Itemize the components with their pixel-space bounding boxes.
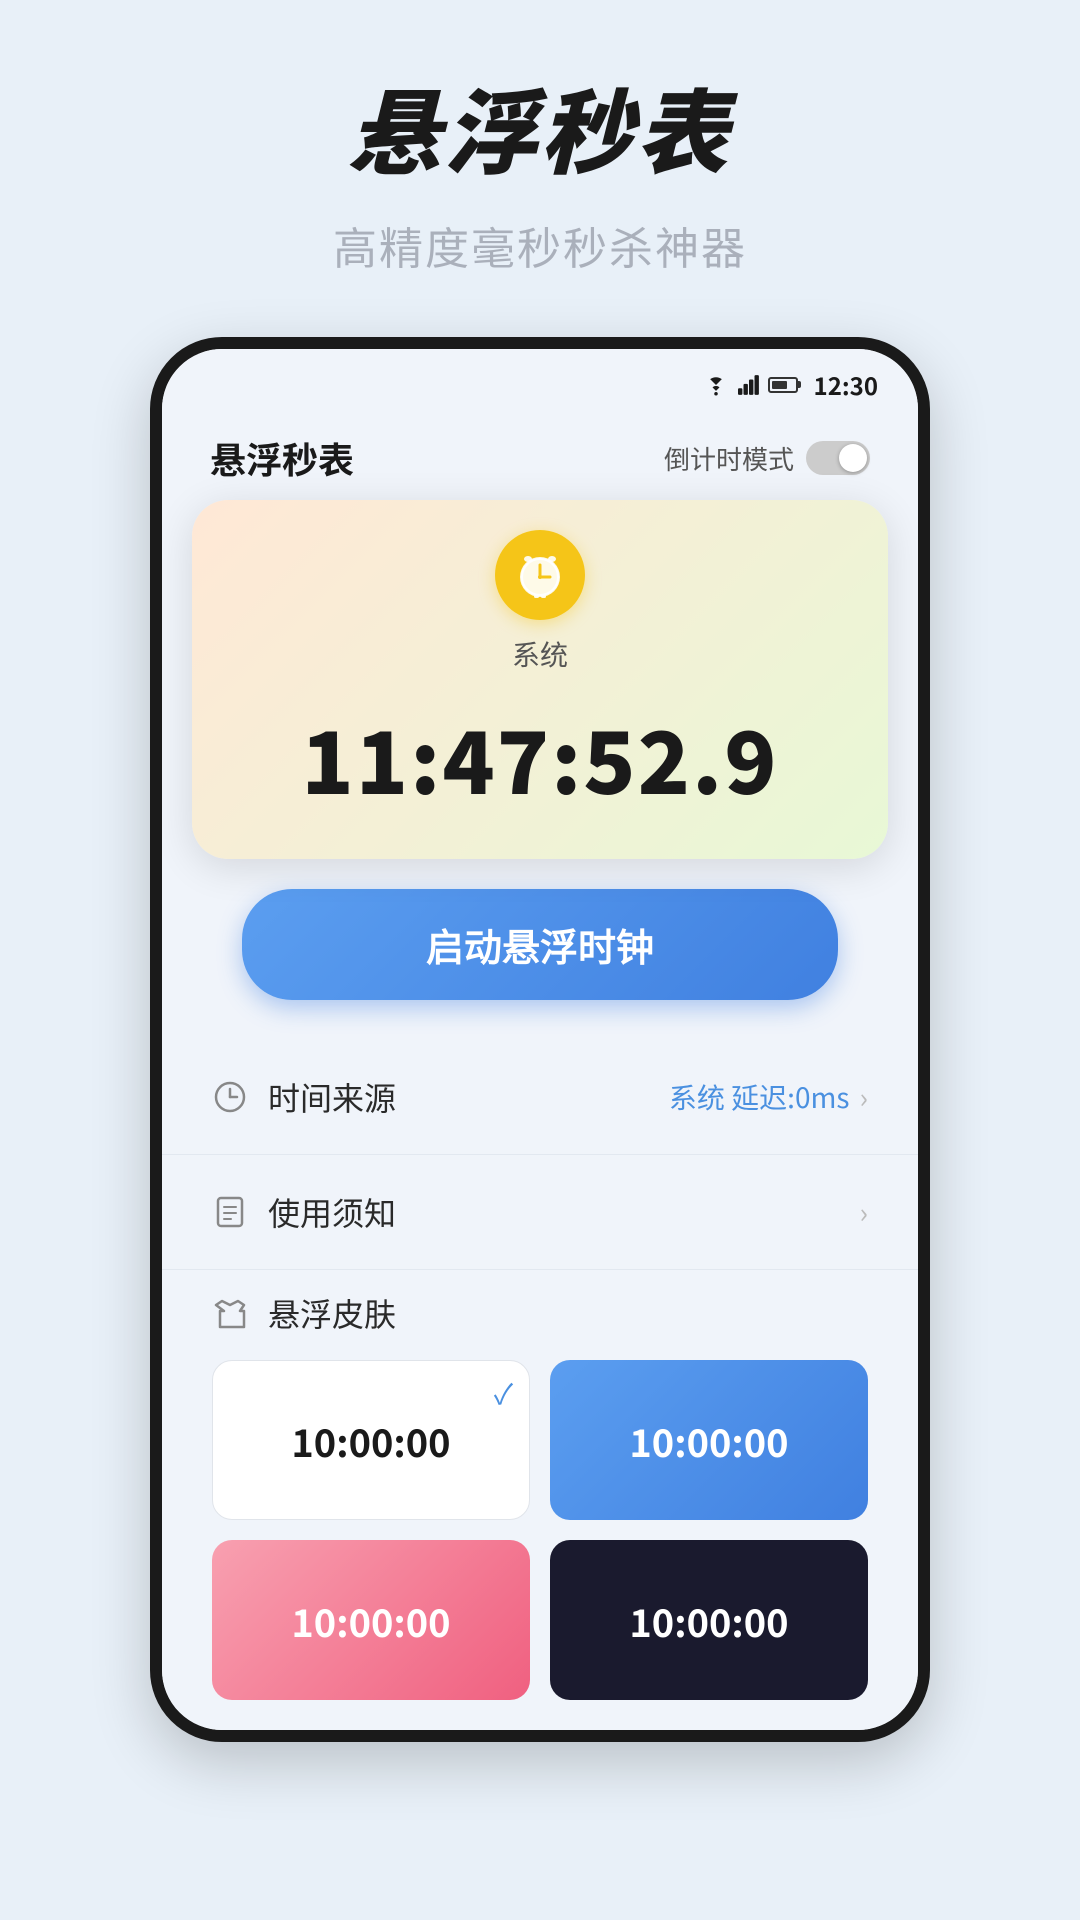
settings-left-2: 使用须知 — [212, 1189, 396, 1235]
status-time: 12:30 — [814, 367, 878, 402]
settings-right-1: 系统 延迟:0ms › — [669, 1077, 868, 1117]
wifi-icon — [702, 374, 730, 396]
settings-left-1: 时间来源 — [212, 1074, 396, 1120]
page-subtitle: 高精度毫秒秒杀神器 — [333, 213, 747, 277]
instructions-item[interactable]: 使用须知 › — [162, 1155, 918, 1270]
alarm-clock-icon — [512, 547, 568, 603]
chevron-right-icon-2: › — [860, 1192, 868, 1232]
app-header: 悬浮秒表 倒计时模式 — [162, 412, 918, 500]
skin-time-blue: 10:00:00 — [629, 1413, 788, 1468]
skin-label-row: 悬浮皮肤 — [212, 1290, 868, 1336]
start-button-wrapper: 启动悬浮时钟 — [162, 859, 918, 1030]
chevron-right-icon-1: › — [860, 1077, 868, 1117]
skin-time-pink: 10:00:00 — [291, 1593, 450, 1648]
skin-time-white: 10:00:00 — [291, 1413, 450, 1468]
toggle-knob — [839, 444, 867, 472]
app-background: 悬浮秒表 高精度毫秒秒杀神器 — [0, 0, 1080, 1742]
skin-card-blue[interactable]: 10:00:00 — [550, 1360, 868, 1520]
start-button[interactable]: 启动悬浮时钟 — [242, 889, 838, 1000]
signal-icon — [738, 374, 760, 396]
skin-card-white[interactable]: ✓ 10:00:00 — [212, 1360, 530, 1520]
time-source-label: 时间来源 — [268, 1074, 396, 1120]
settings-right-2: › — [860, 1192, 868, 1232]
time-display: 11:47:52.9 — [301, 694, 778, 819]
countdown-toggle[interactable] — [806, 441, 870, 475]
floating-card: 系统 11:47:52.9 — [192, 500, 888, 859]
time-source-item[interactable]: 时间来源 系统 延迟:0ms › — [162, 1040, 918, 1155]
page-title: 悬浮秒表 — [348, 60, 732, 193]
skin-time-dark: 10:00:00 — [629, 1593, 788, 1648]
skin-grid: ✓ 10:00:00 10:00:00 10:00:00 10:00:00 — [212, 1360, 868, 1700]
battery-icon — [768, 377, 798, 393]
status-icons — [702, 374, 798, 396]
shirt-icon — [212, 1295, 248, 1331]
selected-checkmark: ✓ — [494, 1373, 513, 1413]
countdown-label: 倒计时模式 — [664, 440, 794, 477]
doc-icon — [212, 1194, 248, 1230]
countdown-mode: 倒计时模式 — [664, 440, 870, 477]
clock-icon-wrapper — [495, 530, 585, 620]
skin-section: 悬浮皮肤 ✓ 10:00:00 10:00:00 10:00:00 — [162, 1270, 918, 1730]
app-header-title: 悬浮秒表 — [210, 432, 354, 484]
system-label: 系统 — [512, 634, 568, 674]
clock-small-icon — [212, 1079, 248, 1115]
skin-label: 悬浮皮肤 — [268, 1290, 396, 1336]
skin-card-pink[interactable]: 10:00:00 — [212, 1540, 530, 1700]
status-bar: 12:30 — [162, 349, 918, 412]
skin-card-dark[interactable]: 10:00:00 — [550, 1540, 868, 1700]
instructions-label: 使用须知 — [268, 1189, 396, 1235]
settings-list: 时间来源 系统 延迟:0ms › 使用须知 — [162, 1030, 918, 1270]
phone-mockup: 12:30 悬浮秒表 倒计时模式 — [150, 337, 930, 1742]
time-source-value: 系统 延迟:0ms — [669, 1077, 850, 1117]
